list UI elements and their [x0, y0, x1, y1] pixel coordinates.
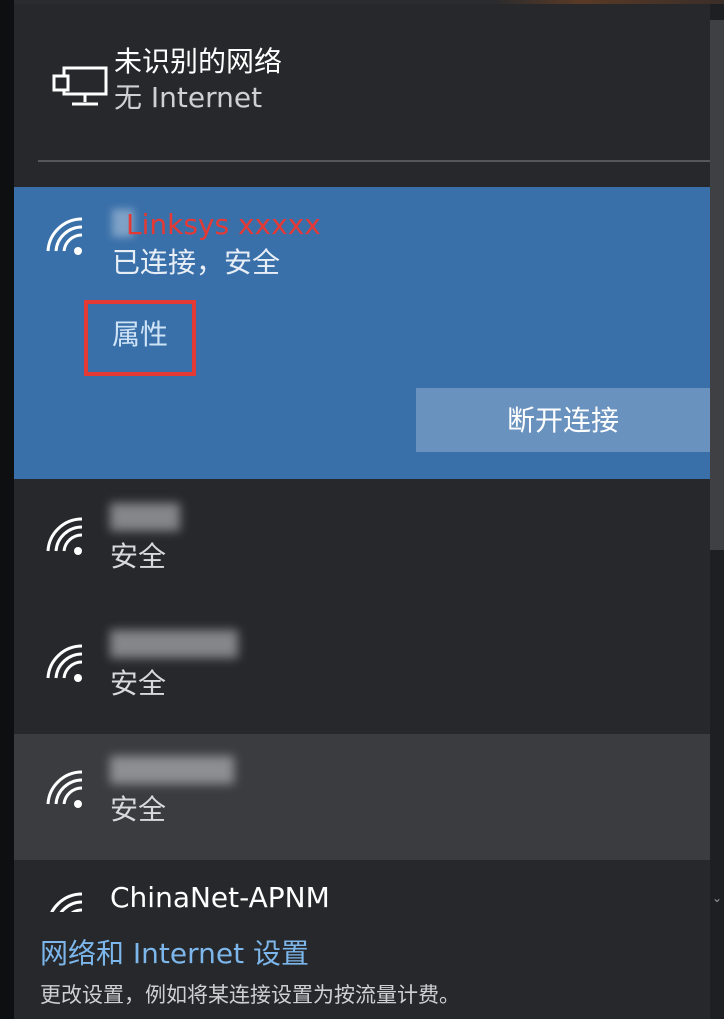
footer: 网络和 Internet 设置 更改设置，例如将某连接设置为按流量计费。 [14, 912, 710, 1019]
ethernet-icon [52, 66, 108, 106]
wifi-icon [46, 770, 83, 808]
network-list-item[interactable]: 安全 [14, 734, 710, 860]
settings-description: 更改设置，例如将某连接设置为按流量计费。 [40, 983, 460, 1007]
network-list-item[interactable]: 安全 [14, 479, 710, 605]
network-flyout: 未识别的网络 无 Internet Linksys xxxxx 已连接，安全 属… [0, 0, 724, 1019]
name-blur [110, 756, 234, 784]
connected-network-item[interactable]: Linksys xxxxx 已连接，安全 属性 断开连接 [14, 187, 710, 479]
network-status: 安全 [110, 540, 167, 573]
connection-status: 已连接，安全 [112, 246, 281, 279]
wifi-icon [46, 644, 83, 682]
wifi-icon [46, 217, 83, 255]
properties-link[interactable]: 属性 [112, 317, 168, 353]
scrollbar-thumb[interactable] [710, 20, 724, 550]
network-name: ChinaNet-APNM [110, 881, 330, 912]
wifi-icon [50, 892, 83, 912]
disconnect-button[interactable]: 断开连接 [416, 388, 710, 452]
divider [38, 160, 710, 162]
unidentified-network[interactable]: 未识别的网络 无 Internet [14, 4, 710, 184]
network-settings-link[interactable]: 网络和 Internet 设置 [40, 936, 309, 972]
network-list-item[interactable]: 安全 [14, 606, 710, 732]
network-status: 安全 [110, 667, 167, 700]
scroll-down-arrow-icon[interactable]: ⌄ [711, 890, 723, 906]
network-list-item[interactable]: ChinaNet-APNM [14, 860, 710, 912]
network-status: 安全 [110, 793, 167, 826]
wifi-icon [46, 517, 83, 555]
name-blur [110, 630, 238, 658]
network-title: 未识别的网络 [114, 45, 283, 78]
network-status: 无 Internet [114, 81, 263, 114]
name-blur [110, 503, 180, 531]
desktop-edge-left [0, 0, 14, 1019]
network-name: Linksys xxxxx [126, 208, 321, 241]
